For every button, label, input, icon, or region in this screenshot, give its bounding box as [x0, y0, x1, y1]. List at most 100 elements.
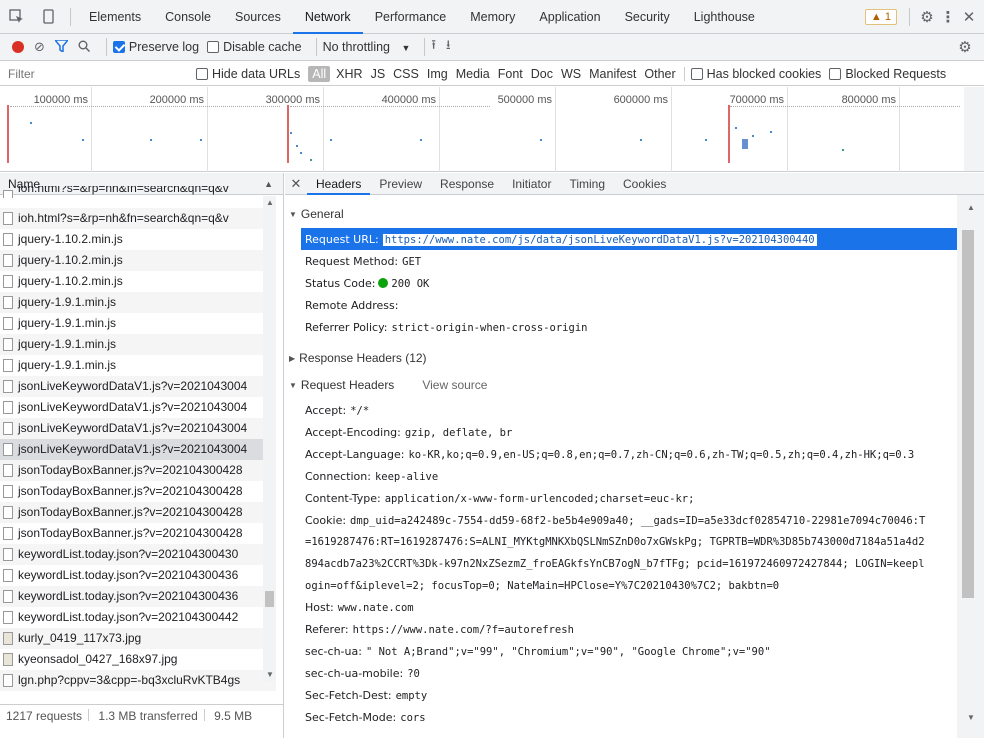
detail-tab-response[interactable]: Response — [431, 173, 503, 195]
more-options-icon[interactable]: ⋮ — [938, 8, 958, 26]
request-row[interactable]: jsonLiveKeywordDataV1.js?v=2021043004 — [0, 376, 276, 397]
hide-data-urls-checkbox[interactable] — [196, 67, 208, 80]
filter-type-xhr[interactable]: XHR — [336, 67, 362, 81]
inspect-element-icon[interactable] — [0, 0, 32, 34]
request-headers-title: Request Headers — [300, 378, 395, 392]
expanded-triangle-icon: ▼ — [289, 381, 297, 390]
throttling-select[interactable]: No throttling ▼ — [323, 40, 411, 54]
filter-type-all[interactable]: All — [308, 65, 331, 82]
list-scrollbar-thumb[interactable] — [265, 591, 274, 607]
request-row[interactable]: ioh.html?s=&rp=nh&fn=search&qn=q&v — [0, 186, 276, 198]
device-toolbar-icon[interactable] — [32, 0, 64, 34]
tab-lighthouse[interactable]: Lighthouse — [682, 0, 767, 34]
filter-type-font[interactable]: Font — [498, 67, 523, 81]
filter-type-other[interactable]: Other — [644, 67, 675, 81]
request-row[interactable]: keywordList.today.json?v=202104300430 — [0, 544, 276, 565]
search-icon[interactable] — [78, 40, 90, 55]
tab-elements[interactable]: Elements — [77, 0, 153, 34]
scroll-down-icon[interactable]: ▼ — [967, 713, 975, 722]
tab-sources[interactable]: Sources — [223, 0, 293, 34]
request-row[interactable]: kyeonsadol_0427_168x97.jpg — [0, 649, 276, 670]
detail-tab-initiator[interactable]: Initiator — [503, 173, 560, 195]
list-scrollbar[interactable]: ▲ ▼ — [263, 196, 276, 681]
filter-icon[interactable] — [53, 38, 70, 55]
request-url-value[interactable]: https://www.nate.com/js/data/jsonLiveKey… — [382, 234, 817, 246]
request-row[interactable]: jsonTodayBoxBanner.js?v=202104300428 — [0, 460, 276, 481]
record-button[interactable] — [12, 41, 24, 53]
filter-type-img[interactable]: Img — [427, 67, 448, 81]
request-row[interactable]: jquery-1.9.1.min.js — [0, 355, 276, 376]
details-scrollbar-thumb[interactable] — [962, 230, 974, 598]
export-har-icon[interactable]: ⭳ — [446, 36, 451, 58]
request-row[interactable]: ioh.html?s=&rp=nh&fn=search&qn=q&v — [0, 208, 276, 229]
header-value: ?0 — [407, 667, 420, 680]
network-settings-gear-icon[interactable]: ⚙ — [954, 38, 976, 56]
detail-tab-headers[interactable]: Headers — [307, 173, 371, 195]
detail-tab-timing[interactable]: Timing — [560, 173, 614, 195]
detail-tab-preview[interactable]: Preview — [370, 173, 431, 195]
tab-memory[interactable]: Memory — [458, 0, 527, 34]
divider — [315, 38, 317, 56]
request-row[interactable]: keywordList.today.json?v=202104300436 — [0, 565, 276, 586]
request-header-row: =1619287476:RT=1619287476:S=ALNI_MYKtgMN… — [305, 530, 955, 552]
has-blocked-cookies-checkbox[interactable] — [690, 67, 703, 80]
filter-type-ws[interactable]: WS — [561, 67, 581, 81]
filter-type-doc[interactable]: Doc — [531, 67, 553, 81]
scroll-down-icon[interactable]: ▼ — [266, 670, 274, 679]
filter-type-css[interactable]: CSS — [393, 67, 419, 81]
settings-gear-icon[interactable]: ⚙ — [916, 8, 938, 26]
request-headers-section-toggle[interactable]: ▼ Request Headers View source — [285, 373, 957, 397]
network-overview-timeline[interactable]: 100000 ms 200000 ms 300000 ms 400000 ms 5000… — [0, 87, 964, 172]
request-row[interactable]: jsonTodayBoxBanner.js?v=202104300428 — [0, 481, 276, 502]
tab-security[interactable]: Security — [613, 0, 682, 34]
request-name: jquery-1.10.2.min.js — [18, 232, 123, 246]
request-row[interactable]: keywordList.today.json?v=202104300436 — [0, 586, 276, 607]
view-source-link[interactable]: View source — [422, 378, 487, 392]
tab-performance[interactable]: Performance — [363, 0, 459, 34]
request-header-row: Accept-Language: ko-KR,ko;q=0.9,en-US;q=0… — [305, 443, 955, 465]
request-row[interactable]: jquery-1.9.1.min.js — [0, 313, 276, 334]
request-header-row: Connection: keep-alive — [305, 465, 955, 487]
request-row[interactable]: kurly_0419_117x73.jpg — [0, 628, 276, 649]
tab-network[interactable]: Network — [292, 0, 363, 34]
scroll-up-icon[interactable]: ▲ — [967, 203, 975, 212]
request-row[interactable]: jquery-1.9.1.min.js — [0, 334, 276, 355]
request-row[interactable]: jquery-1.10.2.min.js — [0, 250, 276, 271]
request-row[interactable]: jsonLiveKeywordDataV1.js?v=2021043004 — [0, 439, 276, 460]
overview-request-dot — [290, 132, 292, 134]
overview-tick-label: 400000 ms — [381, 94, 436, 106]
warning-badge[interactable]: ▲ 1 — [864, 8, 897, 25]
request-row[interactable]: lgn.php?cppv=3&cpp=-bq3xcluRvKTB4gs — [0, 670, 276, 691]
request-row[interactable]: keywordList.today.json?v=202104300442 — [0, 607, 276, 628]
preserve-log-checkbox[interactable] — [112, 41, 125, 53]
response-headers-section-toggle[interactable]: ▶ Response Headers (12) — [285, 346, 957, 370]
filter-type-media[interactable]: Media — [456, 67, 490, 81]
detail-tab-cookies[interactable]: Cookies — [614, 173, 675, 195]
request-row[interactable]: jsonTodayBoxBanner.js?v=202104300428 — [0, 502, 276, 523]
import-har-icon[interactable]: ⭱ — [431, 36, 436, 58]
clear-icon[interactable]: ⊘ — [34, 39, 45, 55]
request-row[interactable]: jquery-1.10.2.min.js — [0, 229, 276, 250]
filter-type-js[interactable]: JS — [371, 67, 386, 81]
request-method-key: Request Method: — [305, 255, 399, 268]
tab-application[interactable]: Application — [527, 0, 612, 34]
document-file-icon — [3, 190, 13, 198]
request-row[interactable]: jsonTodayBoxBanner.js?v=202104300428 — [0, 523, 276, 544]
document-file-icon — [3, 443, 13, 456]
disable-cache-checkbox[interactable] — [207, 41, 220, 53]
blocked-requests-label: Blocked Requests — [845, 66, 947, 81]
tab-console[interactable]: Console — [153, 0, 223, 34]
filter-input[interactable] — [0, 63, 180, 84]
request-url-row[interactable]: Request URL: https://www.nate.com/js/data… — [301, 228, 957, 250]
scroll-up-icon[interactable]: ▲ — [266, 198, 274, 207]
close-devtools-icon[interactable]: ✕ — [958, 8, 980, 26]
blocked-requests-checkbox[interactable] — [829, 67, 842, 80]
request-row[interactable]: jquery-1.9.1.min.js — [0, 292, 276, 313]
close-details-icon[interactable]: ✕ — [285, 176, 307, 192]
request-row[interactable]: jquery-1.10.2.min.js — [0, 271, 276, 292]
general-section-toggle[interactable]: ▼ General — [285, 202, 957, 226]
request-row[interactable]: jsonLiveKeywordDataV1.js?v=2021043004 — [0, 418, 276, 439]
request-row[interactable]: jsonLiveKeywordDataV1.js?v=2021043004 — [0, 397, 276, 418]
filter-type-manifest[interactable]: Manifest — [589, 67, 636, 81]
overview-scrollbar[interactable] — [964, 87, 984, 172]
